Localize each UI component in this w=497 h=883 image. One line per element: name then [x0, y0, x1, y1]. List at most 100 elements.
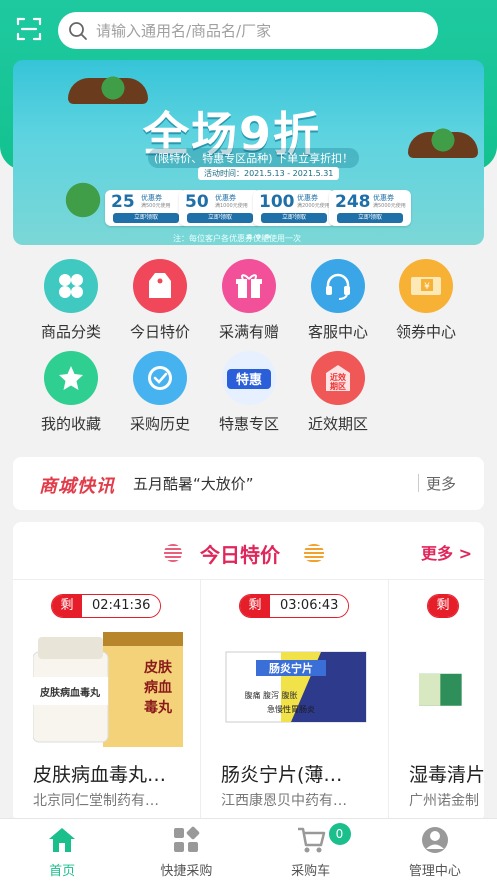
menu-item-label: 商品分类: [40, 323, 101, 341]
gift-icon: [222, 259, 276, 313]
tab-label: 快捷采购: [160, 864, 213, 879]
svg-text:特惠: 特惠: [236, 372, 262, 388]
user-icon: [421, 827, 448, 853]
product-name: 皮肤病血毒丸…: [33, 764, 167, 786]
coupon-100[interactable]: 100 优惠券 满2000元使用 立即领取: [253, 190, 335, 226]
coupon-25[interactable]: 25 优惠券 满500元使用 立即领取: [105, 190, 187, 226]
svg-text:¥: ¥: [424, 282, 430, 292]
product-card[interactable]: 剩 03:06:43 肠炎宁片 腹痛 腹泻 腹胀 急慢性胃肠炎 肠炎宁片(薄… …: [201, 580, 389, 822]
menu-item-special-zone[interactable]: 特惠 特惠专区: [209, 351, 289, 434]
coupon-50[interactable]: 50 优惠券 满1000元使用 立即领取: [179, 190, 261, 226]
countdown-timer: 剩: [427, 594, 459, 618]
menu-item-favorites[interactable]: 我的收藏: [31, 351, 111, 434]
home-icon: [49, 828, 76, 852]
leaf-decoration: [423, 120, 463, 160]
bottom-tab-bar: 首页 快捷采购 0 采购车 管理中心: [0, 818, 497, 883]
cart-icon: [297, 827, 325, 853]
menu-item-label: 领券中心: [395, 323, 456, 341]
svg-text:急慢性胃肠炎: 急慢性胃肠炎: [267, 704, 315, 714]
heart-icon: [304, 544, 324, 562]
svg-text:肠炎宁片: 肠炎宁片: [269, 661, 313, 675]
coupon-claim-button[interactable]: 立即领取: [187, 213, 253, 223]
menu-item-label: 客服中心: [307, 323, 368, 341]
menu-item-label: 采满有赠: [218, 323, 279, 341]
star-icon: [44, 351, 98, 405]
coupon-condition: 满500元使用: [141, 203, 171, 209]
today-special-section: 今日特价 更多 > 剩 02:41:36 皮肤病血毒丸 皮肤 病血 毒丸 皮肤病…: [13, 522, 484, 822]
pagination-dot[interactable]: [256, 234, 261, 239]
countdown-tag: 剩: [52, 595, 82, 617]
countdown-tag: 剩: [240, 595, 270, 617]
product-card[interactable]: 剩 02:41:36 皮肤病血毒丸 皮肤 病血 毒丸 皮肤病血毒丸… 北京同仁堂…: [13, 580, 201, 822]
product-maker: 北京同仁堂制药有…: [33, 793, 159, 809]
banner-subtitle: (限特价、特惠专区品种) 下单立享折扣！: [148, 148, 360, 168]
menu-item-label: 近效期区: [307, 415, 368, 433]
svg-text:皮肤: 皮肤: [143, 659, 173, 676]
section-title: 今日特价: [200, 543, 280, 567]
product-card[interactable]: 剩 湿毒清片 广州诺金制: [389, 580, 484, 822]
menu-item-gift[interactable]: 采满有赠: [209, 259, 289, 342]
svg-text:病血: 病血: [144, 679, 172, 696]
coupon-amount: 100: [259, 192, 295, 212]
promo-banner[interactable]: 全场9折 (限特价、特惠专区品种) 下单立享折扣！ 活动时间：2021.5.13…: [13, 60, 484, 245]
tab-management[interactable]: 管理中心: [373, 819, 497, 883]
coupon-amount: 50: [185, 192, 209, 212]
news-text[interactable]: 五月酷暑“大放价”: [133, 473, 254, 494]
quick-purchase-icon: [174, 826, 200, 852]
search-input[interactable]: [96, 21, 396, 40]
coupon-condition: 满1000元使用: [215, 203, 248, 209]
tag-icon: [133, 259, 187, 313]
menu-item-label: 我的收藏: [40, 415, 101, 433]
product-image[interactable]: 肠炎宁片 腹痛 腹泻 腹胀 急慢性胃肠炎: [221, 632, 371, 747]
island-decoration: [53, 170, 113, 230]
coupon-claim-button[interactable]: 立即领取: [261, 213, 327, 223]
grid-icon: [44, 259, 98, 313]
svg-text:近效: 近效: [330, 372, 346, 382]
product-image[interactable]: [419, 632, 484, 747]
product-maker: 广州诺金制: [409, 793, 479, 809]
news-bar[interactable]: 商城快讯 五月酷暑“大放价” 更多: [13, 457, 484, 510]
countdown-time: 02:41:36: [82, 595, 161, 617]
pagination-dot[interactable]: [247, 234, 252, 239]
banner-date: 活动时间：2021.5.13 - 2021.5.31: [198, 167, 340, 180]
special-icon: 特惠: [222, 351, 276, 405]
tab-label: 采购车: [291, 864, 331, 879]
special-more-link[interactable]: 更多 >: [421, 540, 472, 564]
coupon-amount: 25: [111, 192, 135, 212]
divider: [418, 474, 419, 492]
countdown-tag: 剩: [428, 595, 458, 617]
coupon-claim-button[interactable]: 立即领取: [113, 213, 179, 223]
tab-quick-purchase[interactable]: 快捷采购: [124, 819, 248, 883]
menu-item-history[interactable]: 采购历史: [120, 351, 200, 434]
lantern-icon: [164, 544, 182, 562]
ticket-icon: ¥: [399, 259, 453, 313]
countdown-timer: 剩 02:41:36: [51, 594, 162, 618]
product-image[interactable]: 皮肤病血毒丸 皮肤 病血 毒丸: [33, 632, 183, 747]
tab-cart[interactable]: 0 采购车: [249, 819, 373, 883]
menu-item-category[interactable]: 商品分类: [31, 259, 111, 342]
news-logo: 商城快讯: [39, 476, 115, 497]
banner-pagination: [247, 234, 270, 239]
menu-item-label: 特惠专区: [218, 415, 279, 433]
svg-text:皮肤病血毒丸: 皮肤病血毒丸: [39, 686, 101, 699]
news-more-link[interactable]: 更多: [426, 473, 456, 494]
menu-item-near-expiry[interactable]: 近效 期区 近效期区: [298, 351, 378, 434]
countdown-time: 03:06:43: [270, 595, 349, 617]
search-bar[interactable]: [58, 12, 438, 49]
search-icon: [69, 21, 87, 40]
svg-text:毒丸: 毒丸: [144, 699, 173, 716]
menu-item-service[interactable]: 客服中心: [298, 259, 378, 342]
near-expiry-icon: 近效 期区: [311, 351, 365, 405]
menu-item-today-special[interactable]: 今日特价: [120, 259, 200, 342]
leaf-decoration: [93, 68, 133, 108]
banner-note: 注：每位客户各优惠券仅能使用一次: [173, 234, 301, 243]
coupon-claim-button[interactable]: 立即领取: [337, 213, 403, 223]
coupon-248[interactable]: 248 优惠券 满5000元使用 立即领取: [329, 190, 411, 226]
menu-item-label: 今日特价: [129, 323, 190, 341]
cart-count-badge: 0: [328, 823, 351, 845]
tab-home[interactable]: 首页: [0, 819, 124, 883]
scan-icon[interactable]: [16, 16, 42, 42]
pagination-dot[interactable]: [265, 234, 270, 239]
menu-item-coupon[interactable]: ¥ 领券中心: [386, 259, 466, 342]
svg-text:腹痛 腹泻 腹胀: 腹痛 腹泻 腹胀: [244, 690, 297, 700]
